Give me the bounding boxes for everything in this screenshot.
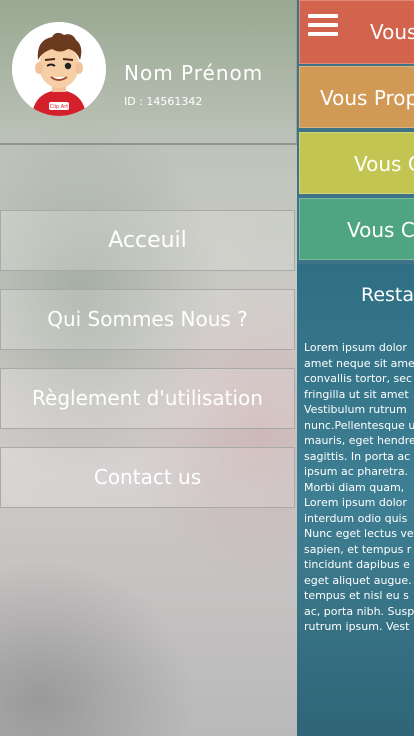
menu-item-accueil[interactable]: Acceuil xyxy=(0,210,295,271)
tile-2-label: Vous Prop xyxy=(320,86,414,110)
hamburger-bar xyxy=(308,14,338,18)
description-line: fringilla ut sit amet xyxy=(304,387,409,401)
description-line: rutrum ipsum. Vest xyxy=(304,620,410,633)
hamburger-bar xyxy=(308,32,338,36)
menu-item-contact[interactable]: Contact us xyxy=(0,447,295,508)
description-line: interdum odio quis xyxy=(304,511,408,525)
tile-3-label: Vous C xyxy=(354,152,414,176)
tile-2[interactable]: Vous Prop xyxy=(299,66,414,128)
description-line: amet neque sit ame xyxy=(304,356,414,370)
avatar-illustration: Clip Art xyxy=(12,22,106,116)
hamburger-menu-icon[interactable] xyxy=(308,14,338,36)
avatar-badge-text: Clip Art xyxy=(50,104,69,110)
menu-item-terms[interactable]: Règlement d'utilisation xyxy=(0,368,295,429)
description-line: convallis tortor, sec xyxy=(304,372,413,385)
description-line: tempus et nisl eu s xyxy=(304,589,409,602)
description-line: Morbi diam quam, xyxy=(304,480,405,494)
hamburger-bar xyxy=(308,23,338,27)
tile-4-label: Vous C xyxy=(347,218,414,242)
restaurant-title: Resta xyxy=(361,284,414,306)
description-line: sapien, et tempus r xyxy=(304,542,412,556)
tile-3[interactable]: Vous C xyxy=(299,132,414,194)
description-line: Lorem ipsum dolor xyxy=(304,341,407,354)
description-line: tincidunt dapibus e xyxy=(304,558,410,571)
description-line: ipsum ac pharetra. xyxy=(304,465,409,478)
description-line: mauris, eget hendre xyxy=(304,434,414,447)
main-content: Vous Vous Prop Vous C Vous C Resta Lorem… xyxy=(297,0,414,736)
menu-item-about[interactable]: Qui Sommes Nous ? xyxy=(0,289,295,350)
tile-1-label: Vous xyxy=(370,20,414,44)
tile-4[interactable]: Vous C xyxy=(299,198,414,260)
navigation-drawer: Clip Art Nom Prénom ID : 14561342 Acceui… xyxy=(0,0,297,736)
description-line: Nunc eget lectus ve xyxy=(304,527,414,540)
restaurant-card: Resta Lorem ipsum dolor amet neque sit am… xyxy=(297,264,414,736)
description-line: nunc.Pellentesque u xyxy=(304,418,414,432)
description-line: sagittis. In porta ac xyxy=(304,449,411,463)
profile-header: Clip Art Nom Prénom ID : 14561342 xyxy=(0,0,297,145)
restaurant-description: Lorem ipsum dolor amet neque sit ame conva… xyxy=(304,340,414,635)
description-line: ac, porta nibh. Susp xyxy=(304,604,414,618)
description-line: Lorem ipsum dolor xyxy=(304,496,407,509)
profile-id: ID : 14561342 xyxy=(124,95,203,108)
description-line: Vestibulum rutrum xyxy=(304,403,407,416)
description-line: eget aliquet augue. xyxy=(304,573,412,587)
avatar[interactable]: Clip Art xyxy=(12,22,106,116)
profile-name: Nom Prénom xyxy=(124,61,264,85)
